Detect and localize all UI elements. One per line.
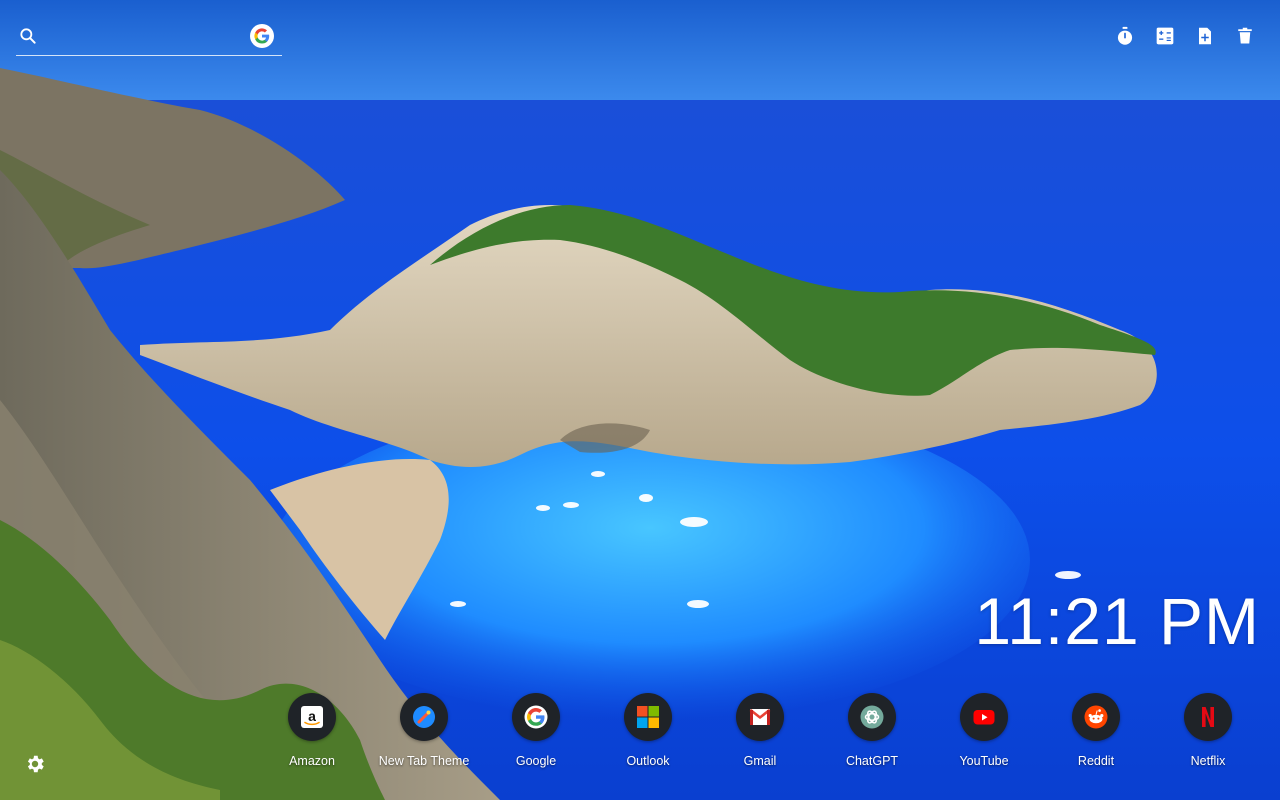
shortcut-label: New Tab Theme xyxy=(378,754,470,768)
shortcut-youtube[interactable]: YouTube xyxy=(928,693,1040,773)
shortcut-amazon[interactable]: a Amazon xyxy=(256,693,368,773)
shortcut-label: Reddit xyxy=(1077,754,1115,768)
shortcut-gmail[interactable]: Gmail xyxy=(704,693,816,773)
gear-icon xyxy=(27,755,44,773)
google-icon xyxy=(254,28,270,44)
shortcut-label: YouTube xyxy=(959,754,1009,768)
shortcuts-bar: a Amazon New Tab Theme Google Outlook Gm… xyxy=(256,693,1280,773)
shortcut-icon-container xyxy=(512,693,560,741)
search-icon[interactable] xyxy=(18,26,38,46)
svg-text:a: a xyxy=(308,708,316,724)
settings-button[interactable] xyxy=(24,753,48,777)
shortcut-reddit[interactable]: Reddit xyxy=(1040,693,1152,773)
shortcut-label: Google xyxy=(515,754,557,768)
netflix-icon xyxy=(1202,707,1214,727)
trash-icon xyxy=(1238,27,1252,44)
shortcut-label: Gmail xyxy=(743,754,777,768)
shortcut-chatgpt[interactable]: ChatGPT xyxy=(816,693,928,773)
top-toolbar xyxy=(1114,24,1256,48)
calculator-button[interactable] xyxy=(1154,24,1176,48)
search-bar xyxy=(16,22,282,56)
chatgpt-icon xyxy=(860,705,884,729)
shortcut-icon-container xyxy=(1072,693,1120,741)
shortcut-label: Netflix xyxy=(1190,754,1226,768)
wallpaper-navagio-beach xyxy=(0,0,1280,800)
new-tab-theme-icon xyxy=(413,706,435,728)
shortcut-icon-container xyxy=(960,693,1008,741)
stopwatch-icon xyxy=(1117,26,1133,45)
youtube-icon xyxy=(973,710,995,725)
google-search-button[interactable] xyxy=(250,24,274,48)
stopwatch-button[interactable] xyxy=(1114,24,1136,48)
google-icon xyxy=(524,705,548,729)
shortcut-icon-container xyxy=(624,693,672,741)
amazon-icon: a xyxy=(301,706,323,728)
shortcut-icon-container xyxy=(848,693,896,741)
search-input[interactable] xyxy=(46,24,250,52)
shortcut-label: ChatGPT xyxy=(845,754,899,768)
calculator-icon xyxy=(1156,27,1174,45)
shortcut-outlook[interactable]: Outlook xyxy=(592,693,704,773)
reddit-icon xyxy=(1084,705,1108,729)
shortcut-icon-container xyxy=(1184,693,1232,741)
microsoft-icon xyxy=(637,706,659,728)
gmail-icon xyxy=(749,708,771,725)
shortcut-label: Outlook xyxy=(626,754,670,768)
clock-time: 11:21 PM xyxy=(974,584,1260,658)
shortcut-icon-container: a xyxy=(288,693,336,741)
add-note-button[interactable] xyxy=(1194,24,1216,48)
shortcut-google[interactable]: Google xyxy=(480,693,592,773)
shortcut-netflix[interactable]: Netflix xyxy=(1152,693,1264,773)
shortcut-icon-container xyxy=(400,693,448,741)
shortcut-icon-container xyxy=(736,693,784,741)
add-note-icon xyxy=(1199,27,1211,45)
trash-button[interactable] xyxy=(1234,24,1256,48)
shortcut-label: Amazon xyxy=(289,754,335,768)
shortcut-new-tab-theme[interactable]: New Tab Theme xyxy=(368,693,480,773)
